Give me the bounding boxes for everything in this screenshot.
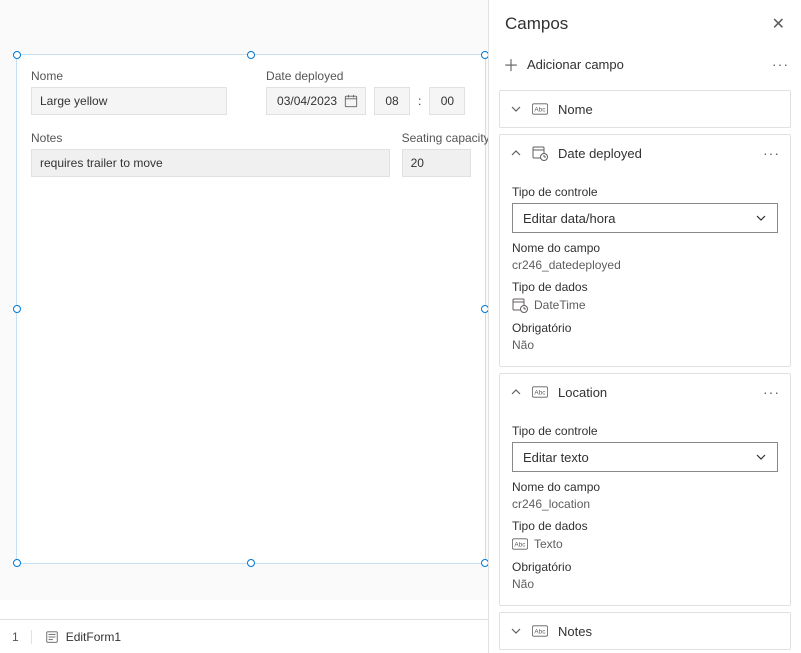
breadcrumb-pre[interactable]: 1	[12, 630, 32, 644]
chevron-down-icon	[755, 451, 767, 463]
form-icon	[44, 629, 60, 645]
label-notes: Notes	[31, 131, 390, 145]
canvas-area[interactable]: Nome Date deployed 03/04/2023 :	[0, 0, 488, 600]
resize-handle-tm[interactable]	[247, 51, 255, 59]
chevron-down-icon	[755, 212, 767, 224]
label-seating: Seating capacity	[402, 131, 471, 145]
field-card-notes: Abc Notes	[499, 612, 791, 650]
field-card-date-deployed: Date deployed ··· Tipo de controle Edita…	[499, 134, 791, 367]
card-body-date: Tipo de controle Editar data/hora Nome d…	[500, 171, 790, 366]
fieldname-label: Nome do campo	[512, 241, 778, 255]
input-date[interactable]: 03/04/2023	[266, 87, 366, 115]
date-value: 03/04/2023	[277, 94, 337, 108]
input-hour[interactable]	[374, 87, 410, 115]
breadcrumb-bar: 1 EditForm1	[0, 619, 488, 653]
text-type-icon: Abc	[532, 101, 548, 117]
close-icon[interactable]: ✕	[772, 14, 785, 34]
add-field-label: Adicionar campo	[527, 57, 624, 72]
fieldname-label: Nome do campo	[512, 480, 778, 494]
control-type-select[interactable]: Editar data/hora	[512, 203, 778, 233]
card-more-icon[interactable]: ···	[763, 384, 780, 400]
svg-text:Abc: Abc	[534, 106, 546, 113]
card-title-notes: Notes	[558, 624, 592, 639]
input-notes[interactable]	[31, 149, 390, 177]
chevron-down-icon	[510, 625, 522, 637]
panel-header: Campos ✕	[489, 0, 801, 44]
card-more-icon[interactable]: ···	[763, 145, 780, 161]
control-type-select[interactable]: Editar texto	[512, 442, 778, 472]
control-type-value: Editar texto	[523, 450, 589, 465]
svg-text:Abc: Abc	[514, 541, 526, 548]
svg-text:Abc: Abc	[534, 628, 546, 635]
datetime-type-icon	[512, 297, 528, 313]
more-icon[interactable]: ···	[772, 56, 789, 72]
svg-text:Abc: Abc	[534, 389, 546, 396]
plus-icon: ＋	[503, 52, 519, 76]
calendar-icon	[343, 93, 359, 109]
field-card-nome: Abc Nome	[499, 90, 791, 128]
fieldname-value: cr246_datedeployed	[512, 258, 778, 272]
input-nome[interactable]	[31, 87, 227, 115]
chevron-up-icon	[510, 147, 522, 159]
resize-handle-bm[interactable]	[247, 559, 255, 567]
breadcrumb-label: EditForm1	[66, 630, 121, 644]
chevron-down-icon	[510, 103, 522, 115]
breadcrumb-item-editform[interactable]: EditForm1	[44, 629, 121, 645]
datatype-value: Texto	[534, 537, 563, 551]
field-card-head-location[interactable]: Abc Location ···	[500, 374, 790, 410]
datatype-label: Tipo de dados	[512, 280, 778, 294]
resize-handle-ml[interactable]	[13, 305, 21, 313]
field-seating: Seating capacity	[396, 125, 477, 187]
card-body-location: Tipo de controle Editar texto Nome do ca…	[500, 410, 790, 605]
card-title-location: Location	[558, 385, 607, 400]
field-card-head-notes[interactable]: Abc Notes	[500, 613, 790, 649]
field-nome: Nome	[25, 63, 260, 125]
text-type-icon: Abc	[532, 623, 548, 639]
control-type-label: Tipo de controle	[512, 424, 778, 438]
resize-handle-tl[interactable]	[13, 51, 21, 59]
chevron-up-icon	[510, 386, 522, 398]
fields-panel: Campos ✕ ＋ Adicionar campo ··· Abc Nome	[488, 0, 801, 653]
field-card-head-nome[interactable]: Abc Nome	[500, 91, 790, 127]
label-nome: Nome	[31, 69, 254, 83]
datatype-label: Tipo de dados	[512, 519, 778, 533]
field-card-head-date[interactable]: Date deployed ···	[500, 135, 790, 171]
text-type-icon: Abc	[532, 384, 548, 400]
datatype-value: DateTime	[534, 298, 586, 312]
input-seating[interactable]	[402, 149, 471, 177]
input-minute[interactable]	[429, 87, 465, 115]
field-date-deployed: Date deployed 03/04/2023 :	[260, 63, 477, 125]
card-title-nome: Nome	[558, 102, 593, 117]
control-type-value: Editar data/hora	[523, 211, 616, 226]
edit-form-container[interactable]: Nome Date deployed 03/04/2023 :	[16, 54, 486, 564]
add-field-row: ＋ Adicionar campo ···	[489, 44, 801, 90]
required-value: Não	[512, 338, 778, 352]
control-type-label: Tipo de controle	[512, 185, 778, 199]
label-date-deployed: Date deployed	[266, 69, 471, 83]
panel-title: Campos	[505, 14, 568, 34]
text-type-icon: Abc	[512, 536, 528, 552]
required-value: Não	[512, 577, 778, 591]
card-title-date: Date deployed	[558, 146, 642, 161]
datetime-type-icon	[532, 145, 548, 161]
field-notes: Notes	[25, 125, 396, 187]
required-label: Obrigatório	[512, 321, 778, 335]
required-label: Obrigatório	[512, 560, 778, 574]
time-separator: :	[418, 94, 421, 108]
field-card-location: Abc Location ··· Tipo de controle Editar…	[499, 373, 791, 606]
fields-scroll-area[interactable]: Abc Nome Date deployed ···	[489, 90, 801, 653]
fieldname-value: cr246_location	[512, 497, 778, 511]
add-field-button[interactable]: ＋ Adicionar campo	[503, 52, 624, 76]
resize-handle-bl[interactable]	[13, 559, 21, 567]
